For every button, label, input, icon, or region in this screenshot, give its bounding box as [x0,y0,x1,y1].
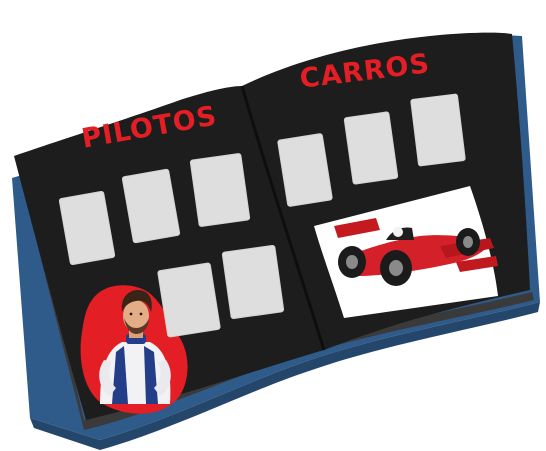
car-helmet [393,227,403,237]
car-wheel-front-right [456,228,480,256]
sticker-slot-pilot-3[interactable] [189,152,251,228]
car-wheel-front [380,250,412,286]
pilot-eye-left [129,312,133,316]
pilot-eye-right [139,312,143,316]
sticker-slot-car-2[interactable] [343,111,399,185]
sticker-album: PILOTOS CARROS [0,0,546,451]
sticker-slot-pilot-5[interactable] [221,244,285,320]
car-wheel-rear [338,246,366,278]
sticker-slot-pilot-4[interactable] [157,262,221,338]
sticker-slot-car-3[interactable] [410,93,466,167]
